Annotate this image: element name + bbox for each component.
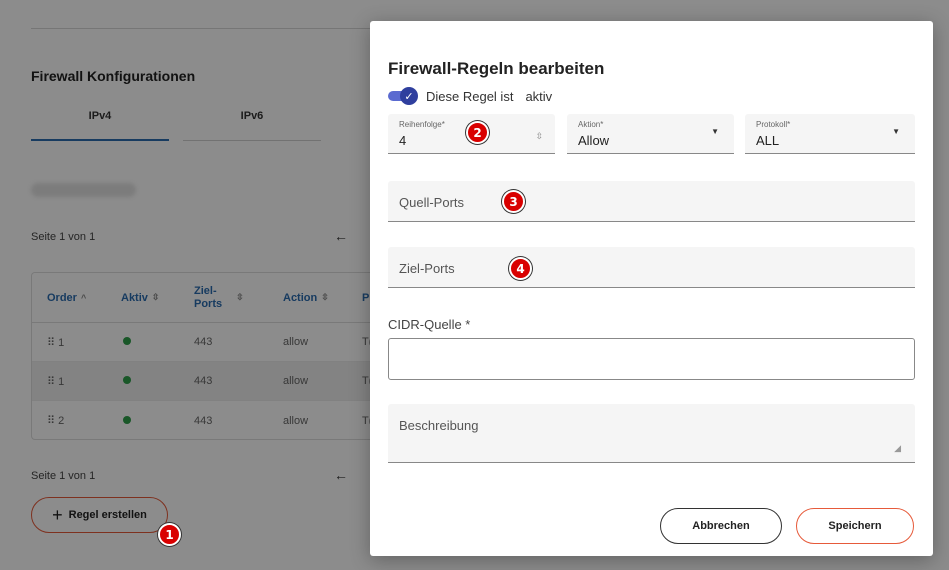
order-field-value[interactable]: 4 xyxy=(399,133,406,148)
protocol-select-label: Protokoll* xyxy=(756,120,791,129)
action-select-label: Aktion* xyxy=(578,120,604,129)
protocol-select-value: ALL xyxy=(756,133,780,148)
order-field-label: Reihenfolge* xyxy=(399,120,445,129)
spinner-icon[interactable]: ⇳ xyxy=(535,131,543,142)
edit-rule-dialog: Firewall-Regeln bearbeiten ✓ Diese Regel… xyxy=(370,21,933,556)
protocol-select[interactable]: Protokoll* ALL ▼ xyxy=(745,114,915,154)
chevron-down-icon: ▼ xyxy=(892,127,900,136)
annotation-badge-4: 4 xyxy=(509,257,532,280)
check-icon: ✓ xyxy=(400,87,418,105)
active-toggle-row: ✓ Diese Regel ist aktiv xyxy=(388,87,553,105)
toggle-label: Diese Regel ist xyxy=(426,88,514,104)
action-select-value: Allow xyxy=(578,133,610,148)
annotation-badge-3: 3 xyxy=(502,190,525,213)
annotation-badge-2: 2 xyxy=(466,121,489,144)
cidr-source-input[interactable] xyxy=(388,338,915,380)
save-button[interactable]: Speichern xyxy=(796,508,914,544)
cancel-button[interactable]: Abbrechen xyxy=(660,508,782,544)
dialog-title: Firewall-Regeln bearbeiten xyxy=(388,59,605,78)
annotation-badge-1: 1 xyxy=(158,523,181,546)
dest-ports-placeholder: Ziel-Ports xyxy=(399,261,455,276)
chevron-down-icon: ▼ xyxy=(711,127,719,136)
toggle-status: aktiv xyxy=(525,88,553,104)
source-ports-placeholder: Quell-Ports xyxy=(399,195,465,210)
resize-handle-icon[interactable]: ◢ xyxy=(894,443,901,454)
description-textarea[interactable]: Beschreibung ◢ xyxy=(388,404,915,463)
action-select[interactable]: Aktion* Allow ▼ xyxy=(567,114,734,154)
cidr-source-label: CIDR-Quelle * xyxy=(388,317,471,332)
description-placeholder: Beschreibung xyxy=(399,418,479,433)
source-ports-input[interactable]: Quell-Ports xyxy=(388,181,915,222)
dest-ports-input[interactable]: Ziel-Ports xyxy=(388,247,915,288)
active-toggle[interactable]: ✓ xyxy=(388,87,418,105)
